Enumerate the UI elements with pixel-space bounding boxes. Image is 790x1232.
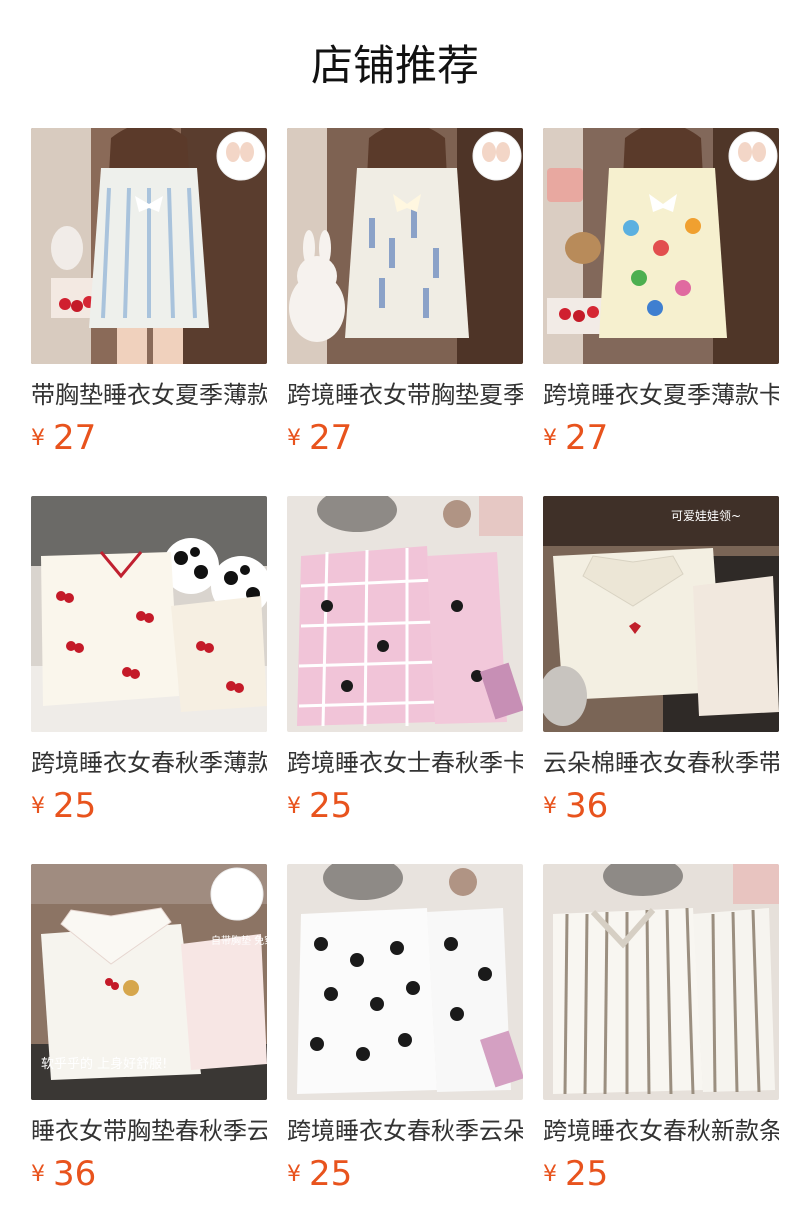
product-image[interactable] [543,128,779,364]
currency-symbol: ¥ [287,793,301,819]
product-card[interactable]: 带胸垫睡衣女夏季薄款 ¥27 [31,128,267,458]
product-price: ¥25 [543,1154,608,1194]
currency-symbol: ¥ [543,1161,557,1187]
product-price: ¥25 [287,1154,352,1194]
price-value: 36 [53,1154,97,1194]
product-price: ¥25 [31,786,96,826]
product-card[interactable]: 跨境睡衣女春秋新款条 ¥25 [543,864,779,1194]
currency-symbol: ¥ [31,425,45,451]
currency-symbol: ¥ [543,793,557,819]
product-name[interactable]: 跨境睡衣女士春秋季卡 [287,746,523,780]
product-card[interactable]: 跨境睡衣女夏季薄款卡 ¥27 [543,128,779,458]
price-value: 25 [565,1154,609,1194]
currency-symbol: ¥ [31,1161,45,1187]
product-card[interactable]: 跨境睡衣女带胸垫夏季 ¥27 [287,128,523,458]
product-card[interactable]: 跨境睡衣女春秋季薄款 ¥25 [31,496,267,826]
product-image[interactable] [31,496,267,732]
price-value: 25 [309,786,353,826]
product-name[interactable]: 跨境睡衣女春秋季薄款 [31,746,267,780]
currency-symbol: ¥ [287,1161,301,1187]
product-card[interactable]: 跨境睡衣女春秋季云朵 ¥25 [287,864,523,1194]
product-price: ¥27 [31,418,96,458]
product-image[interactable] [31,128,267,364]
product-name[interactable]: 跨境睡衣女春秋新款条 [543,1114,779,1148]
product-name[interactable]: 跨境睡衣女夏季薄款卡 [543,378,779,412]
product-price: ¥25 [287,786,352,826]
section-title: 店铺推荐 [310,41,479,90]
image-overlay-text: 可爱娃娃领~ [671,509,741,523]
currency-symbol: ¥ [287,425,301,451]
price-value: 27 [53,418,97,458]
product-price: ¥36 [31,1154,96,1194]
product-card[interactable]: 跨境睡衣女士春秋季卡 ¥25 [287,496,523,826]
product-image[interactable] [287,496,523,732]
currency-symbol: ¥ [31,793,45,819]
product-name[interactable]: 云朵棉睡衣女春秋季带 [543,746,779,780]
product-image[interactable] [287,864,523,1100]
product-price: ¥36 [543,786,608,826]
price-value: 25 [309,1154,353,1194]
product-name[interactable]: 跨境睡衣女春秋季云朵 [287,1114,523,1148]
product-name[interactable]: 带胸垫睡衣女夏季薄款 [31,378,267,412]
product-price: ¥27 [543,418,608,458]
product-image[interactable]: 自带胸垫 免穿bra 软乎乎的 上身好舒服! [31,864,267,1100]
product-image[interactable] [287,128,523,364]
product-image[interactable]: 可爱娃娃领~ [543,496,779,732]
product-price: ¥27 [287,418,352,458]
image-overlay-text: 自带胸垫 免穿bra [211,934,267,947]
product-card[interactable]: 自带胸垫 免穿bra 软乎乎的 上身好舒服! 睡衣女带胸垫春秋季云 ¥36 [31,864,267,1194]
image-caption-text: 软乎乎的 上身好舒服! [41,1056,167,1072]
currency-symbol: ¥ [543,425,557,451]
product-name[interactable]: 跨境睡衣女带胸垫夏季 [287,378,523,412]
price-value: 25 [53,786,97,826]
product-card[interactable]: 可爱娃娃领~ 云朵棉睡衣女春秋季带 ¥36 [543,496,779,826]
price-value: 27 [565,418,609,458]
price-value: 27 [309,418,353,458]
product-name[interactable]: 睡衣女带胸垫春秋季云 [31,1114,267,1148]
price-value: 36 [565,786,609,826]
product-image[interactable] [543,864,779,1100]
